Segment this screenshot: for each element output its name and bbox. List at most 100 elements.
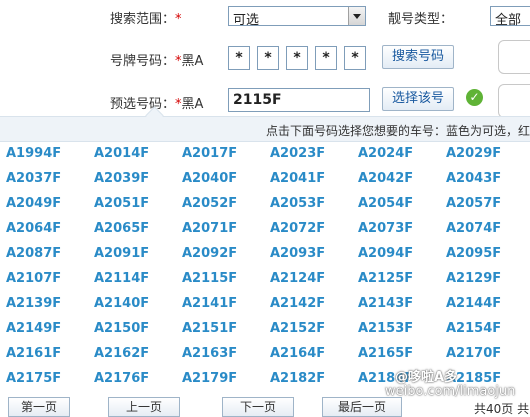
- pager-info: 共40页 共: [474, 402, 530, 416]
- plate-number-option[interactable]: A2150F: [94, 321, 149, 336]
- plate-number-option[interactable]: A2065F: [94, 221, 149, 236]
- plate-number-option[interactable]: A2049F: [6, 196, 61, 211]
- side-panel-top: [498, 40, 530, 74]
- number-row: A2149F A2150F A2151F A2152F A2153F A2154F: [0, 321, 530, 346]
- plate-char-1[interactable]: *: [228, 46, 250, 70]
- plate-number-option[interactable]: A2071F: [182, 221, 237, 236]
- plate-number-option[interactable]: A2087F: [6, 246, 61, 261]
- plate-number-option[interactable]: A2142F: [270, 296, 325, 311]
- plate-number-option[interactable]: A2124F: [270, 271, 325, 286]
- preselect-label-text: 预选号码：: [110, 97, 176, 112]
- side-panel-bottom: [498, 84, 530, 118]
- prev-page-button[interactable]: 上一页: [108, 397, 180, 417]
- search-range-label: 搜索范围：*: [110, 8, 182, 27]
- plate-number-option[interactable]: A2161F: [6, 346, 61, 361]
- plate-number-option[interactable]: A2093F: [270, 246, 325, 261]
- plate-number-option[interactable]: A2152F: [270, 321, 325, 336]
- plate-number-option[interactable]: A2023F: [270, 146, 325, 161]
- next-page-button[interactable]: 下一页: [222, 397, 294, 417]
- plate-number-option[interactable]: A2053F: [270, 196, 325, 211]
- plate-number-option[interactable]: A2094F: [358, 246, 413, 261]
- plate-number-option[interactable]: A2073F: [358, 221, 413, 236]
- search-number-button[interactable]: 搜索号码: [382, 45, 454, 69]
- plate-number-option[interactable]: A1994F: [6, 146, 61, 161]
- plate-number-option[interactable]: A2139F: [6, 296, 61, 311]
- plate-number-option[interactable]: A2170F: [446, 346, 501, 361]
- plate-number-option[interactable]: A2024F: [358, 146, 413, 161]
- number-row: A2107F A2114F A2115F A2124F A2125F A2129F: [0, 271, 530, 296]
- plate-number-option[interactable]: A2041F: [270, 171, 325, 186]
- plate-number-option[interactable]: A2043F: [446, 171, 501, 186]
- plate-number-option[interactable]: A2162F: [94, 346, 149, 361]
- plate-number-option[interactable]: A2140F: [94, 296, 149, 311]
- number-row: A2049F A2051F A2052F A2053F A2054F A2057F: [0, 196, 530, 221]
- plate-number-option[interactable]: A2074F: [446, 221, 501, 236]
- plate-number-option[interactable]: A2143F: [358, 296, 413, 311]
- plate-number-option[interactable]: A2052F: [182, 196, 237, 211]
- plate-number-option[interactable]: A2091F: [94, 246, 149, 261]
- plate-number-option[interactable]: A2051F: [94, 196, 149, 211]
- first-page-button[interactable]: 第一页: [8, 397, 70, 417]
- select-number-button[interactable]: 选择该号: [382, 87, 454, 111]
- type-value: 全部: [495, 13, 522, 28]
- search-range-select[interactable]: 可选: [228, 6, 366, 28]
- plate-number-option[interactable]: A2107F: [6, 271, 61, 286]
- plate-number-option[interactable]: A2040F: [182, 171, 237, 186]
- plate-number-option[interactable]: A2165F: [358, 346, 413, 361]
- preselect-prefix: 黑A: [181, 97, 204, 112]
- plate-number-option[interactable]: A2154F: [446, 321, 501, 336]
- chevron-down-icon[interactable]: [348, 7, 365, 25]
- plate-number-option[interactable]: A2014F: [94, 146, 149, 161]
- plate-label: 号牌号码：*黑A: [110, 50, 203, 69]
- number-row: A2037F A2039F A2040F A2041F A2042F A2043F: [0, 171, 530, 196]
- plate-number-option[interactable]: A2042F: [358, 171, 413, 186]
- plate-number-option[interactable]: A2151F: [182, 321, 237, 336]
- plate-number-option[interactable]: A2175F: [6, 371, 61, 386]
- plate-number-option[interactable]: A2114F: [94, 271, 149, 286]
- last-page-button[interactable]: 最后一页: [322, 397, 402, 417]
- plate-char-3[interactable]: *: [286, 46, 308, 70]
- plate-number-option[interactable]: A2115F: [182, 271, 237, 286]
- plate-number-option[interactable]: A2039F: [94, 171, 149, 186]
- number-row: A2087F A2091F A2092F A2093F A2094F A2095F: [0, 246, 530, 271]
- plate-number-option[interactable]: A2129F: [446, 271, 501, 286]
- hint-bar: 点击下面号码选择您想要的车号：蓝色为可选，红: [0, 116, 530, 142]
- plate-number-option[interactable]: A2072F: [270, 221, 325, 236]
- plate-number-option[interactable]: A2037F: [6, 171, 61, 186]
- search-range-value: 可选: [233, 13, 260, 28]
- plate-number-option[interactable]: A2182F: [270, 371, 325, 386]
- plate-number-option[interactable]: A2057F: [446, 196, 501, 211]
- check-icon: ✓: [466, 89, 483, 106]
- plate-char-2[interactable]: *: [257, 46, 279, 70]
- plate-number-option[interactable]: A2149F: [6, 321, 61, 336]
- preselect-input[interactable]: 2115F: [228, 88, 370, 112]
- plate-char-5[interactable]: *: [344, 46, 366, 70]
- search-range-label-text: 搜索范围：: [110, 12, 176, 27]
- watermark-user: @哆啦A多: [395, 370, 458, 385]
- plate-number-option[interactable]: A2176F: [94, 371, 149, 386]
- plate-number-option[interactable]: A2163F: [182, 346, 237, 361]
- type-select[interactable]: 全部: [490, 6, 530, 28]
- plate-label-text: 号牌号码：: [110, 54, 176, 69]
- plate-number-option[interactable]: A2054F: [358, 196, 413, 211]
- required-mark: *: [175, 12, 182, 27]
- hint-text: 点击下面号码选择您想要的车号：蓝色为可选，红: [265, 124, 530, 138]
- number-row: A1994F A2014F A2017F A2023F A2024F A2029F: [0, 146, 530, 171]
- plate-number-option[interactable]: A2125F: [358, 271, 413, 286]
- plate-number-option[interactable]: A2029F: [446, 146, 501, 161]
- plate-number-option[interactable]: A2179F: [182, 371, 237, 386]
- plate-char-4[interactable]: *: [315, 46, 337, 70]
- plate-number-option[interactable]: A2095F: [446, 246, 501, 261]
- type-label: 靓号类型：: [388, 12, 454, 27]
- plate-number-option[interactable]: A2092F: [182, 246, 237, 261]
- plate-prefix: 黑A: [181, 54, 204, 69]
- number-row: A2139F A2140F A2141F A2142F A2143F A2144F: [0, 296, 530, 321]
- watermark-site: weibo.com/limaojun: [385, 384, 516, 399]
- plate-number-option[interactable]: A2144F: [446, 296, 501, 311]
- plate-number-option[interactable]: A2064F: [6, 221, 61, 236]
- number-row: A2064F A2065F A2071F A2072F A2073F A2074F: [0, 221, 530, 246]
- plate-number-option[interactable]: A2017F: [182, 146, 237, 161]
- plate-number-option[interactable]: A2164F: [270, 346, 325, 361]
- plate-number-option[interactable]: A2153F: [358, 321, 413, 336]
- plate-number-option[interactable]: A2141F: [182, 296, 237, 311]
